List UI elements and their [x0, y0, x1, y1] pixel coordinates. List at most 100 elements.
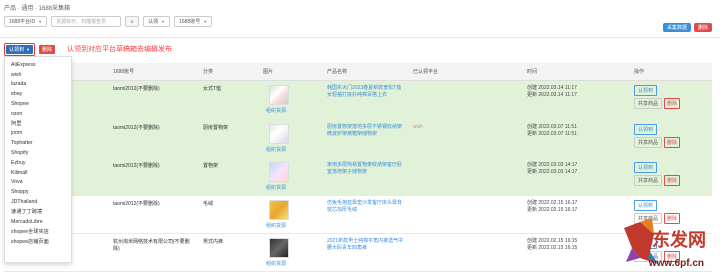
annotation-text: 认领到对应平台草稿箱去编辑发布	[67, 46, 172, 53]
product-table: 1688账号 分类 图片 产品名称 已认领平台 时间 操作 taomi2012(…	[4, 63, 712, 272]
product-thumbnail[interactable]	[269, 238, 289, 258]
created-time: 创建 2022.03.14 11:17	[527, 85, 577, 91]
chevron-down-icon: ▼	[203, 19, 208, 24]
dropdown-item[interactable]: Shopify	[5, 148, 71, 158]
dropdown-item[interactable]: Kilimall	[5, 168, 71, 178]
dropdown-item[interactable]: JDThailand	[5, 197, 71, 207]
chevron-down-icon: ▼	[161, 19, 166, 24]
created-time: 创建 2022.02.15 16:15	[527, 238, 578, 244]
product-thumbnail[interactable]	[269, 162, 289, 182]
dropdown-item[interactable]: ebay	[5, 89, 71, 99]
watermark-title: 东发网	[652, 230, 706, 250]
image-cell: 组织货源	[259, 158, 323, 195]
account-cell: taomi2012(不要删除)	[113, 125, 160, 131]
category-cell: 置物架	[203, 163, 219, 169]
source-link[interactable]: 组织货源	[266, 222, 319, 229]
share-button[interactable]: 共享商品	[634, 175, 663, 186]
product-thumbnail[interactable]	[269, 200, 289, 220]
updated-time: 更新 2022.03.07 11:51	[527, 131, 577, 137]
dropdown-item[interactable]: lazada	[5, 80, 71, 90]
dropdown-item[interactable]: ozon	[5, 109, 71, 119]
search-input[interactable]: 货源标示、扫描报告员	[51, 16, 122, 27]
time-cell: 创建 2022.03.03 14:17 更新 2022.03.03 14:17	[523, 158, 630, 195]
source-select[interactable]: 1688平台ID ▼	[4, 16, 48, 27]
share-button[interactable]: 共享商品	[634, 137, 663, 148]
divider	[0, 37, 720, 38]
account-cell: 杭州淘米网络技术有限公司(不要删除)	[113, 239, 190, 252]
header-time: 时间	[527, 69, 538, 75]
bulk-actions: 认领到 ▼ 删除	[4, 43, 55, 56]
category-cell: 毛绒	[203, 201, 214, 207]
product-thumbnail[interactable]	[269, 124, 289, 144]
dropdown-item[interactable]: shopee全球买店	[5, 227, 71, 237]
header-category: 分类	[203, 69, 214, 75]
account-select[interactable]: 1688账号 ▼	[174, 16, 213, 27]
category-cell: 男式内裤	[203, 239, 224, 245]
account-cell: taomi2012(不要删除)	[113, 201, 160, 207]
dropdown-item[interactable]: Vova	[5, 178, 71, 188]
product-name-link[interactable]: 厨房置物架落地多层不锈钢收纳架微波炉架烤箱架储物架	[323, 120, 409, 157]
product-thumbnail[interactable]	[269, 85, 289, 105]
source-link[interactable]: 组织货源	[266, 260, 319, 267]
search-button[interactable]: ⌕	[125, 16, 140, 27]
product-name-link[interactable]: 仿兔毛抱枕靠垫沙发客厅床头靠背枕芯加厚毛绒	[323, 196, 409, 233]
category-cell: 厨房置物架	[203, 125, 229, 131]
platform-cell	[409, 158, 523, 195]
row-claim-button[interactable]: 认领到	[634, 162, 658, 173]
table-header: 1688账号 分类 图片 产品名称 已认领平台 时间 操作	[4, 63, 712, 81]
created-time: 创建 2022.02.15 16:17	[527, 200, 578, 206]
updated-time: 更新 2022.03.03 14:17	[527, 169, 578, 175]
row-claim-button[interactable]: 认领到	[634, 124, 658, 135]
dropdown-item[interactable]: Tophatter	[5, 138, 71, 148]
top-actions: 采集数据 删除	[662, 23, 712, 32]
dropdown-item[interactable]: Ezbuy	[5, 158, 71, 168]
header-operations: 操作	[634, 69, 645, 75]
header-account: 1688账号	[113, 69, 135, 75]
category-cell: 女式T恤	[203, 86, 222, 92]
platform-cell	[409, 196, 523, 233]
claim-button[interactable]: 认领到 ▼	[6, 45, 33, 54]
dropdown-item[interactable]: AliExpress	[5, 60, 71, 70]
bulk-delete-button[interactable]: 删除	[38, 45, 55, 54]
product-name-link[interactable]: 韩国东大门2023春夏新款宽松T恤女短袖打底衫纯棉百搭上衣	[323, 81, 409, 119]
source-link[interactable]: 组织货源	[266, 184, 319, 191]
collect-button[interactable]: 采集数据	[662, 23, 691, 32]
time-cell: 创建 2022.02.15 16:17 更新 2022.02.15 16:17	[523, 196, 630, 233]
platform-dropdown-menu: AliExpress wish lazada ebay Shopee ozon …	[4, 56, 72, 263]
dropdown-item[interactable]: 阿里	[5, 119, 71, 129]
row-claim-button[interactable]: 认领到	[634, 85, 658, 96]
updated-time: 更新 2022.02.15 16:15	[527, 245, 578, 251]
share-button[interactable]: 共享商品	[634, 98, 663, 109]
dropdown-item[interactable]: Shoppy	[5, 187, 71, 197]
row-delete-button[interactable]: 删除	[664, 98, 681, 109]
created-time: 创建 2022.03.07 11:51	[527, 124, 577, 130]
source-link[interactable]: 组织货源	[266, 107, 319, 114]
table-row: taomi2012(不要删除) 毛绒 组织货源 仿兔毛抱枕靠垫沙发客厅床头靠背枕…	[4, 196, 712, 234]
claim-filter-select[interactable]: 认领 ▼	[143, 16, 171, 27]
image-cell: 组织货源	[259, 81, 323, 119]
time-cell: 创建 2022.03.07 11:51 更新 2022.03.07 11:51	[523, 120, 630, 157]
dropdown-item[interactable]: joom	[5, 129, 71, 139]
image-cell: 组织货源	[259, 120, 323, 157]
row-delete-button[interactable]: 删除	[664, 175, 681, 186]
product-name-link[interactable]: 2021新款男士纯棉平角内裤透气中腰大码青年四角裤	[323, 234, 409, 271]
table-row: taomi2012(不要删除) 置物架 组织货源 家用多层简易置物架收纳架客厅卧…	[4, 158, 712, 196]
platform-cell: wish	[413, 124, 424, 130]
operations-cell: 认领到 共享商品 删除	[630, 81, 712, 119]
watermark-logo: 东发网 www.6pf.cn	[622, 210, 714, 274]
dropdown-item[interactable]: MercadoLibre	[5, 217, 71, 227]
source-link[interactable]: 组织货源	[266, 146, 319, 153]
dropdown-item[interactable]: wish	[5, 70, 71, 80]
product-name-link[interactable]: 家用多层简易置物架收纳架客厅卧室落地架子储物架	[323, 158, 409, 195]
dropdown-item[interactable]: 速通丁丁跨境	[5, 207, 71, 217]
time-cell: 创建 2022.03.14 11:17 更新 2022.03.14 11:17	[523, 81, 630, 119]
platform-cell	[409, 81, 523, 119]
table-row: 杭州淘米网络技术有限公司(不要删除) 男式内裤 组织货源 2021新款男士纯棉平…	[4, 234, 712, 272]
dropdown-item[interactable]: Shopee	[5, 99, 71, 109]
top-delete-button[interactable]: 删除	[693, 23, 712, 32]
dropdown-item[interactable]: shopee店铺页面	[5, 236, 71, 246]
filter-bar: 1688平台ID ▼ 货源标示、扫描报告员 ⌕ 认领 ▼ 1688账号 ▼	[4, 16, 213, 27]
header-platform: 已认领平台	[413, 69, 439, 75]
row-delete-button[interactable]: 删除	[664, 137, 681, 148]
header-name: 产品名称	[327, 69, 348, 75]
